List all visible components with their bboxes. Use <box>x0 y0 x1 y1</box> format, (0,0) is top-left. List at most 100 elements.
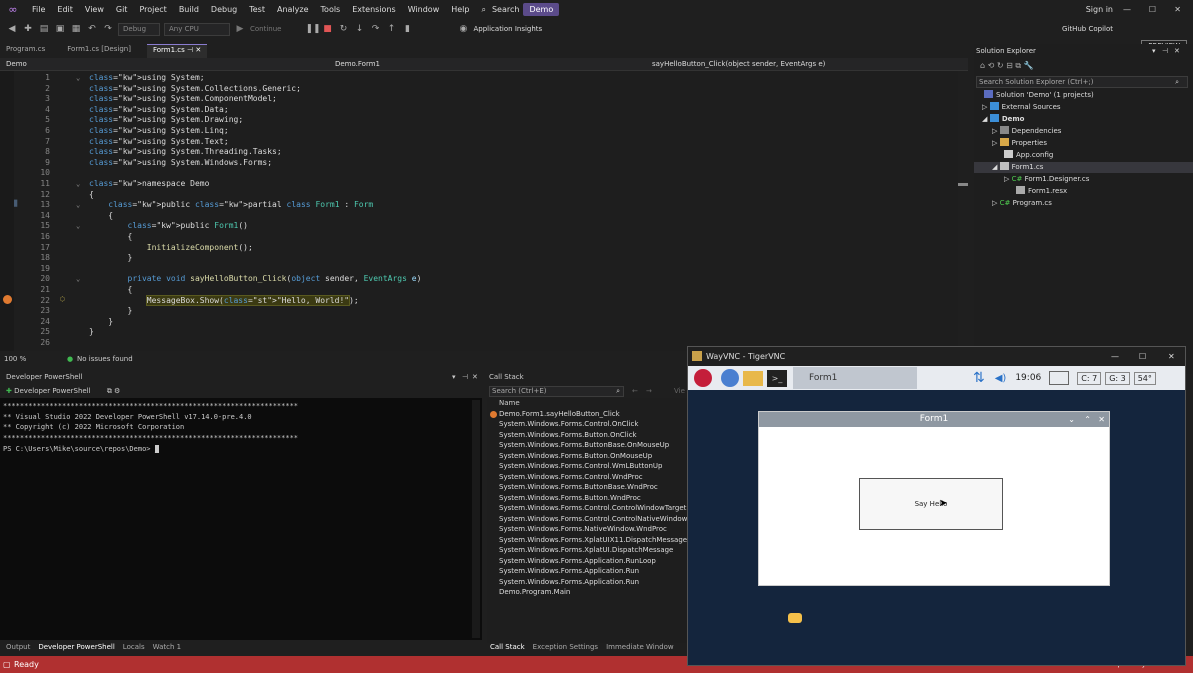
call-stack-row[interactable]: System.Windows.Forms.Control.OnClick <box>487 419 687 430</box>
scrollbar-thumb[interactable] <box>958 183 968 186</box>
copy-icon[interactable]: ⧉ <box>107 387 112 395</box>
call-stack-row[interactable]: System.Windows.Forms.Application.RunLoop <box>487 556 687 567</box>
lightbulb-icon[interactable]: ◌ <box>60 294 65 303</box>
menu-project[interactable]: Project <box>133 5 172 14</box>
chevron-down-icon[interactable]: ⌄ <box>1068 412 1075 427</box>
code-line[interactable]: private void sayHelloButton_Click(object… <box>89 274 422 285</box>
form1-title-bar[interactable]: Form1 ⌄ ⌃ ✕ <box>759 412 1109 427</box>
call-stack-list[interactable]: Name Demo.Form1.sayHelloButton_Click Syst… <box>487 398 687 643</box>
tree-item-app-config[interactable]: App.config <box>1004 150 1053 161</box>
code-line[interactable]: } <box>89 317 113 328</box>
close-icon[interactable]: ✕ <box>1174 5 1181 14</box>
menu-file[interactable]: File <box>26 5 51 14</box>
code-line[interactable]: class="kw">using System.ComponentModel; <box>89 94 277 105</box>
tab-locals[interactable]: Locals <box>123 643 145 655</box>
tab-form1-cs[interactable]: Form1.cs ⊣ ✕ <box>146 44 208 58</box>
code-line[interactable]: class="kw">using System; <box>89 73 205 84</box>
properties-icon[interactable]: 🔧 <box>1024 61 1034 70</box>
chevron-right-icon[interactable]: ▷ <box>992 139 997 147</box>
call-stack-row[interactable]: System.Windows.Forms.Button.OnMouseUp <box>487 451 687 462</box>
code-line[interactable]: { <box>89 190 94 201</box>
code-line[interactable]: class="kw">public class="kw">partial cla… <box>89 200 373 211</box>
code-line[interactable]: class="kw">using System.Threading.Tasks; <box>89 147 282 158</box>
configuration-select[interactable]: Debug <box>118 22 160 36</box>
undo-icon[interactable]: ↶ <box>86 23 98 35</box>
call-stack-row[interactable]: System.Windows.Forms.Application.Run <box>487 566 687 577</box>
tab-form1-design[interactable]: Form1.cs [Design] <box>61 44 137 58</box>
code-line[interactable]: } <box>89 327 94 338</box>
close-icon[interactable]: ✕ <box>472 373 478 381</box>
menu-help[interactable]: Help <box>445 5 475 14</box>
maximize-icon[interactable]: ☐ <box>1149 5 1156 14</box>
call-stack-row[interactable]: System.Windows.Forms.Control.ControlNati… <box>487 514 687 525</box>
dropdown-icon[interactable]: ▾ <box>1152 47 1156 55</box>
taskbar-form1[interactable]: Form1 <box>793 367 917 389</box>
fold-toggle-icon[interactable]: ⌄ <box>76 73 80 84</box>
bookmark-icon[interactable]: ▮ <box>401 23 413 35</box>
menu-tools[interactable]: Tools <box>315 5 347 14</box>
tree-item-program-cs[interactable]: ▷ C# Program.cs <box>992 198 1052 209</box>
save-all-icon[interactable]: ▦ <box>70 23 82 35</box>
menu-extensions[interactable]: Extensions <box>346 5 401 14</box>
menu-build[interactable]: Build <box>173 5 205 14</box>
sync-icon[interactable]: ⟲ <box>988 61 995 70</box>
browser-icon[interactable] <box>721 369 739 387</box>
call-stack-row[interactable]: System.Windows.Forms.Button.OnClick <box>487 430 687 441</box>
call-stack-row[interactable]: System.Windows.Forms.Control.ControlWind… <box>487 503 687 514</box>
close-tab-icon[interactable]: ✕ <box>195 46 201 54</box>
sign-in-link[interactable]: Sign in <box>1086 5 1113 14</box>
code-line[interactable]: } <box>89 253 133 264</box>
clock[interactable]: 19:06 <box>1015 373 1041 383</box>
issues-status[interactable]: No issues found <box>77 355 133 363</box>
terminal-profile-dropdown[interactable]: Developer PowerShell <box>14 387 90 395</box>
menu-window[interactable]: Window <box>402 5 446 14</box>
code-line[interactable]: class="kw">using System.Collections.Gene… <box>89 84 301 95</box>
chevron-right-icon[interactable]: ▷ <box>992 199 997 207</box>
menu-test[interactable]: Test <box>243 5 271 14</box>
member-dropdown[interactable]: sayHelloButton_Click(object sender, Even… <box>652 60 825 68</box>
fold-toggle-icon[interactable]: ⌄ <box>76 274 80 285</box>
network-icon[interactable]: ⇅ <box>973 370 985 386</box>
code-line[interactable]: } <box>89 306 133 317</box>
restart-icon[interactable]: ↻ <box>337 23 349 35</box>
fold-toggle-icon[interactable]: ⌄ <box>76 179 80 190</box>
call-stack-row[interactable]: System.Windows.Forms.ButtonBase.WndProc <box>487 482 687 493</box>
codelens-icon[interactable]: ⫼ <box>14 199 18 209</box>
project-dropdown[interactable]: Demo <box>6 60 27 68</box>
github-copilot-button[interactable]: GitHub Copilot <box>1062 25 1113 33</box>
call-stack-row[interactable]: Demo.Form1.sayHelloButton_Click <box>487 409 687 420</box>
step-into-icon[interactable]: ↓ <box>353 23 365 35</box>
call-stack-row[interactable]: System.Windows.Forms.Button.WndProc <box>487 493 687 504</box>
code-line[interactable]: class="kw">public Form1() <box>89 221 248 232</box>
code-line[interactable]: class="kw">namespace Demo <box>89 179 209 190</box>
maximize-icon[interactable]: ☐ <box>1139 347 1146 366</box>
close-icon[interactable]: ✕ <box>1174 47 1180 55</box>
tab-developer-powershell[interactable]: Developer PowerShell <box>38 643 114 655</box>
dropdown-icon[interactable]: ▾ <box>452 373 456 381</box>
tree-item-properties[interactable]: ▷ Properties <box>992 138 1047 149</box>
menu-view[interactable]: View <box>79 5 110 14</box>
tree-item-project-demo[interactable]: ◢ Demo <box>982 114 1025 125</box>
say-hello-button[interactable]: Say Hello <box>859 478 1003 530</box>
call-stack-row[interactable]: System.Windows.Forms.XplatUIX11.Dispatch… <box>487 535 687 546</box>
terminal-scrollbar[interactable] <box>472 400 480 638</box>
file-manager-icon[interactable] <box>743 370 763 386</box>
continue-icon[interactable]: ▶ <box>234 23 246 35</box>
chevron-right-icon[interactable]: ▷ <box>1004 175 1009 183</box>
home-icon[interactable]: ⌂ <box>980 61 985 70</box>
continue-button[interactable]: Continue <box>250 25 281 33</box>
call-stack-row[interactable]: System.Windows.Forms.ButtonBase.OnMouseU… <box>487 440 687 451</box>
tree-item-solution[interactable]: Solution 'Demo' (1 projects) <box>984 90 1094 101</box>
tree-item-form1-cs[interactable]: ◢ Form1.cs <box>974 162 1193 173</box>
break-all-icon[interactable]: ❚❚ <box>305 23 320 35</box>
open-folder-icon[interactable]: ▤ <box>38 23 50 35</box>
code-line[interactable]: { <box>89 232 133 243</box>
class-dropdown[interactable]: Demo.Form1 <box>335 60 380 68</box>
code-line[interactable]: MessageBox.Show(class="st">"Hello, World… <box>89 294 359 307</box>
breakpoint-current-icon[interactable] <box>3 295 12 304</box>
minimize-icon[interactable]: — <box>1111 347 1119 366</box>
code-line[interactable]: { <box>89 285 133 296</box>
show-all-icon[interactable]: ⧉ <box>1015 61 1021 70</box>
tab-program-cs[interactable]: Program.cs <box>0 44 51 58</box>
chevron-up-icon[interactable]: ⌃ <box>1084 412 1091 427</box>
